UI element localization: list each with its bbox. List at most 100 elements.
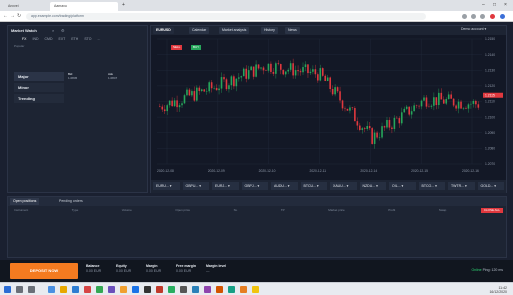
quick-instrument-button[interactable]: EURJ... ▾ — [212, 182, 239, 190]
new-tab-icon[interactable]: + — [122, 2, 125, 8]
category-label: Minor — [18, 85, 29, 90]
time-axis-label: 2020-12-09 — [208, 169, 225, 173]
tab-pending-orders[interactable]: Pending orders — [56, 198, 86, 205]
search-icon[interactable]: ⌕ — [52, 28, 54, 33]
tab-calendar[interactable]: Calendar — [189, 27, 210, 34]
quick-instrument-button[interactable]: XAUU... ▾ — [330, 182, 357, 190]
candle-body — [334, 87, 336, 95]
tab-history[interactable]: History — [261, 27, 278, 34]
tab-eth[interactable]: ETH — [71, 35, 78, 43]
price-chart[interactable]: 1.2150 1.2140 1.2130 1.2120 1.2110 1.2100 1.20… — [151, 35, 506, 180]
app-icon[interactable] — [204, 286, 211, 293]
url-text: app.example.com/trading/platform — [31, 14, 84, 18]
category-trending[interactable]: Trending — [14, 94, 64, 103]
extension-icon[interactable] — [490, 14, 495, 19]
app-icon[interactable] — [120, 286, 127, 293]
bid-quote[interactable]: Bid 1.0845 — [68, 72, 106, 90]
candle-body — [440, 92, 443, 100]
ask-quote[interactable]: Ask 1.0847 — [108, 72, 146, 90]
search-icon[interactable] — [16, 286, 23, 293]
task-view-icon[interactable] — [28, 286, 35, 293]
deposit-button[interactable]: DEPOSIT NOW — [10, 263, 78, 279]
tab-cmd[interactable]: CMD — [45, 35, 53, 43]
tab-chart[interactable]: EURUSD — [153, 27, 174, 34]
app-icon[interactable] — [72, 286, 79, 293]
app-icon[interactable] — [144, 286, 151, 293]
quick-instrument-button[interactable]: OIL... ▾ — [389, 182, 416, 190]
extension-icon[interactable] — [471, 14, 476, 19]
app-icon[interactable] — [96, 286, 103, 293]
start-icon[interactable] — [4, 286, 11, 293]
quote-value: 1.0847 — [108, 76, 118, 80]
maximize-icon[interactable]: □ — [493, 2, 496, 8]
price-axis-label: 1.2070 — [485, 162, 495, 166]
tab-more[interactable]: ... — [97, 35, 100, 43]
column-header: Profit — [388, 208, 396, 212]
time-axis-label: 2020-12-11 — [310, 169, 327, 173]
settings-icon[interactable]: ⚙ — [61, 28, 65, 33]
candle-body — [462, 107, 465, 109]
candle-body — [279, 64, 282, 70]
candle-body — [398, 118, 401, 124]
app-icon[interactable] — [240, 286, 247, 293]
quick-instrument-button[interactable]: TWTR... ▾ — [448, 182, 475, 190]
folder-icon[interactable] — [60, 286, 67, 293]
system-clock[interactable]: 11:42 16/12/2020 — [489, 286, 507, 294]
quick-instrument-button[interactable]: BTCO... ▾ — [418, 182, 445, 190]
app-icon[interactable] — [84, 286, 91, 293]
reload-icon[interactable]: ↻ — [17, 13, 21, 19]
minimize-icon[interactable]: – — [482, 2, 485, 8]
app-icon[interactable] — [228, 286, 235, 293]
category-major[interactable]: Major — [14, 72, 64, 81]
candle-body — [470, 103, 472, 105]
quick-instrument-button[interactable]: NZDU... ▾ — [359, 182, 386, 190]
stat-value: 0.00 EUR — [116, 269, 132, 273]
app-icon[interactable] — [252, 286, 259, 293]
chart-panel: EURUSD Calendar Market analysis History … — [150, 25, 507, 193]
browser-icon[interactable] — [132, 286, 139, 293]
stat-margin-level: Margin level — — [206, 264, 226, 274]
app-icon[interactable] — [216, 286, 223, 293]
app-icon[interactable] — [168, 286, 175, 293]
column-header: Instrument — [14, 208, 29, 212]
candle-body — [275, 63, 277, 74]
forward-icon[interactable]: → — [10, 13, 15, 19]
quick-instrument-button[interactable]: BTCU... ▾ — [300, 182, 327, 190]
browser-tab-active[interactable]: Aamaxu — [50, 2, 118, 11]
quick-instrument-button[interactable]: GBPU... ▾ — [182, 182, 209, 190]
category-minor[interactable]: Minor — [14, 83, 64, 92]
quick-instrument-button[interactable]: AUDU... ▾ — [271, 182, 298, 190]
app-icon[interactable] — [48, 286, 55, 293]
tab-market-analysis[interactable]: Market analysis — [219, 27, 250, 34]
candle-body — [196, 87, 198, 101]
browser-tab-strip: Anxvei Aamaxu + – □ × — [0, 0, 513, 11]
candle-body — [329, 77, 331, 90]
browser-tab[interactable]: Anxvei — [4, 2, 46, 11]
close-all-button[interactable]: CLOSE ALL — [480, 208, 503, 213]
extension-icon[interactable] — [462, 14, 467, 19]
quick-instrument-button[interactable]: GOLD... ▾ — [477, 182, 504, 190]
tab-news[interactable]: News — [285, 27, 300, 34]
bookmark-star-icon[interactable] — [480, 14, 485, 19]
quick-instrument-button[interactable]: EURU... ▾ — [153, 182, 180, 190]
tab-sto[interactable]: STO — [84, 35, 91, 43]
close-window-icon[interactable]: × — [504, 2, 507, 8]
quick-instrument-button[interactable]: GBPJ... ▾ — [241, 182, 268, 190]
tab-open-positions[interactable]: Open positions — [10, 198, 40, 205]
url-field[interactable]: app.example.com/trading/platform — [26, 13, 426, 20]
app-icon[interactable] — [156, 286, 163, 293]
tab-fx[interactable]: FX — [22, 35, 26, 43]
candle-body — [408, 106, 410, 115]
tab-ind[interactable]: IND — [32, 35, 38, 43]
os-taskbar: 11:42 16/12/2020 — [0, 282, 513, 295]
back-icon[interactable]: ← — [3, 13, 8, 19]
app-icon[interactable] — [192, 286, 199, 293]
app-icon[interactable] — [180, 286, 187, 293]
candle-body — [245, 68, 248, 79]
price-axis-label: 1.2090 — [485, 131, 495, 135]
column-header: SL — [233, 208, 238, 212]
profile-avatar-icon[interactable] — [500, 14, 505, 19]
app-icon[interactable] — [108, 286, 115, 293]
tab-ext[interactable]: EXT — [59, 35, 66, 43]
account-selector[interactable]: Demo account ▾ — [461, 27, 486, 31]
